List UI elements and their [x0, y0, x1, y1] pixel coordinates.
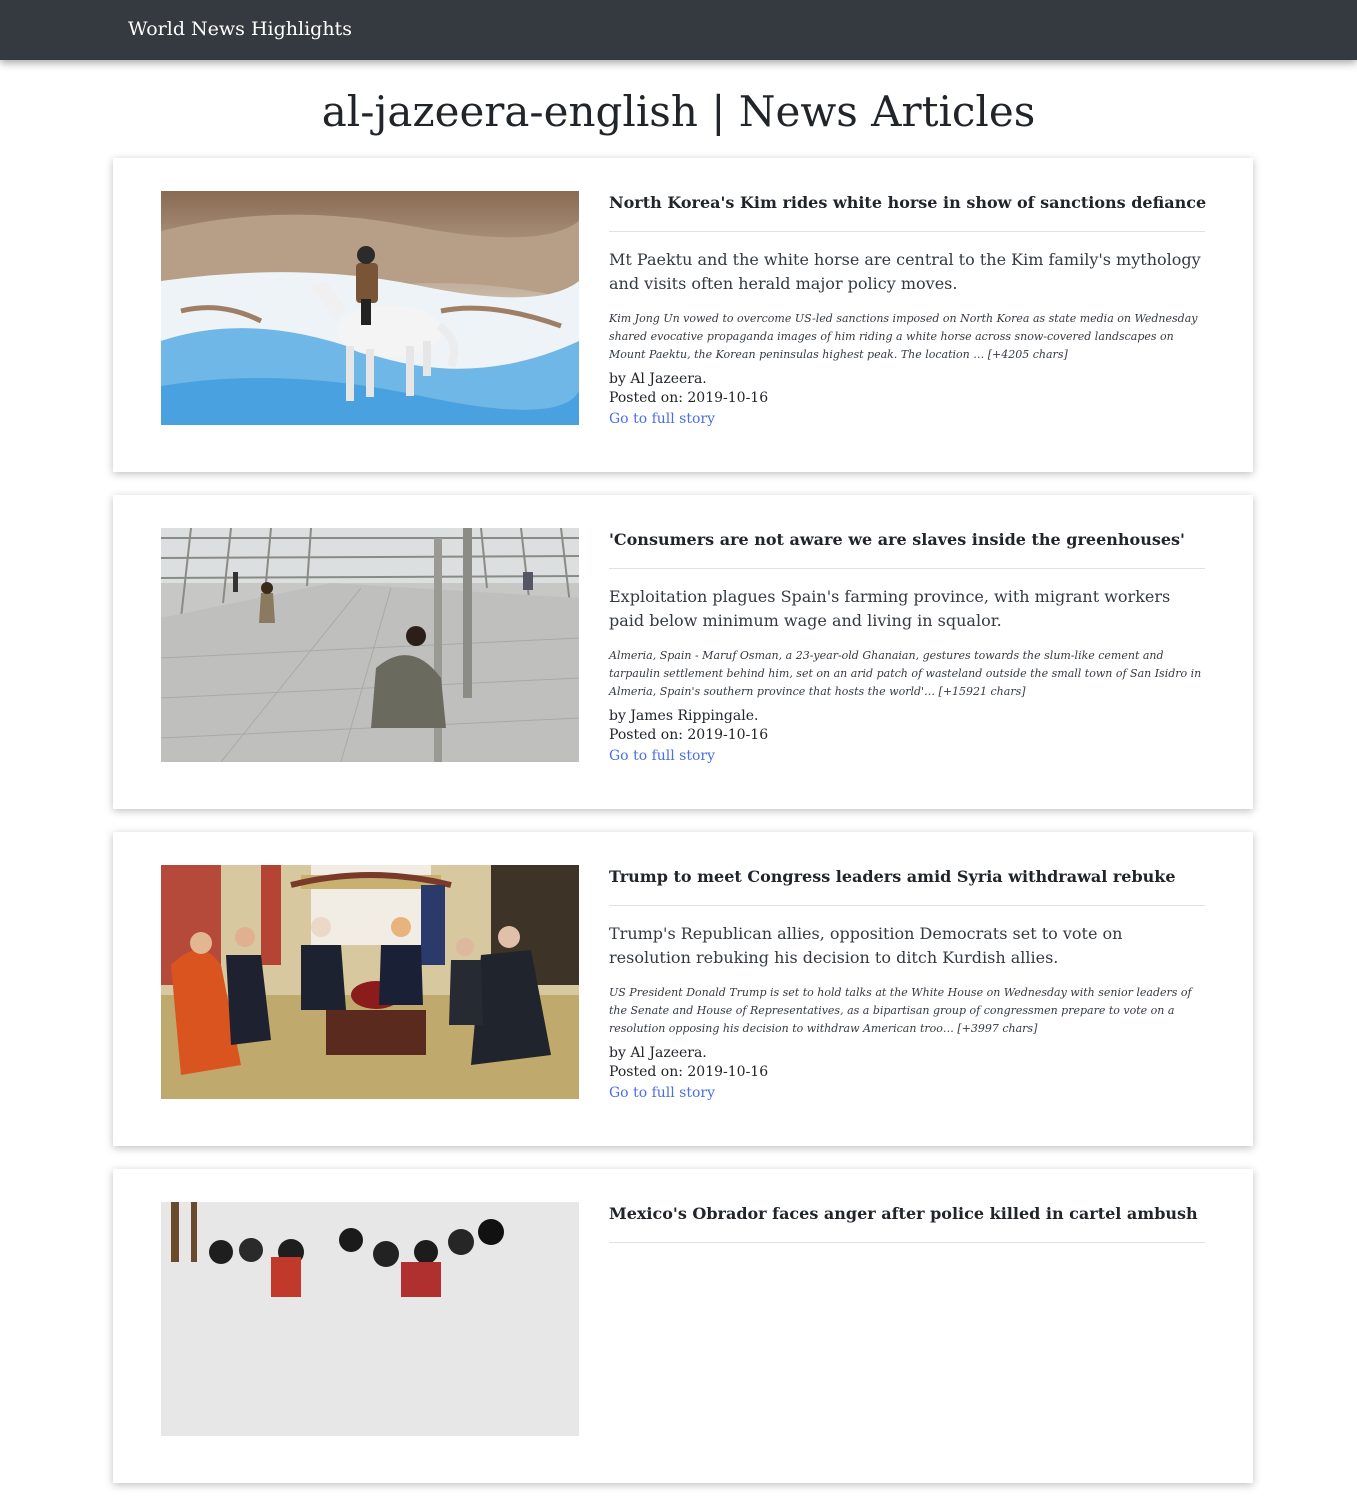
full-story-link[interactable]: Go to full story	[609, 1084, 715, 1103]
article-description: Exploitation plagues Spain's farming pro…	[609, 587, 1171, 630]
article-image	[161, 528, 579, 762]
article-author: by Al Jazeera.	[609, 371, 707, 387]
page-title: al-jazeera-english | News Articles	[321, 87, 1036, 136]
article-title: Mexico's Obrador faces anger after polic…	[609, 1204, 1198, 1223]
horse-rider-photo	[161, 191, 579, 425]
article-card: Trump to meet Congress leaders amid Syri…	[113, 832, 1253, 1146]
top-navbar: World News Highlights	[0, 0, 1357, 60]
article-description: Trump's Republican allies, opposition De…	[609, 924, 1123, 967]
full-story-link[interactable]: Go to full story	[609, 410, 715, 429]
article-body: Trump to meet Congress leaders amid Syri…	[609, 865, 1205, 1103]
article-date: Posted on: 2019-10-16	[609, 1064, 769, 1080]
article-card: North Korea's Kim rides white horse in s…	[113, 158, 1253, 472]
article-date: Posted on: 2019-10-16	[609, 727, 769, 743]
article-body: North Korea's Kim rides white horse in s…	[609, 191, 1207, 429]
article-card: Mexico's Obrador faces anger after polic…	[113, 1169, 1253, 1483]
article-title: 'Consumers are not aware we are slaves i…	[609, 530, 1185, 549]
article-author: by James Rippingale.	[609, 708, 759, 724]
oval-office-photo	[161, 865, 579, 1099]
article-title: Trump to meet Congress leaders amid Syri…	[609, 867, 1176, 886]
article-image	[161, 1202, 579, 1436]
article-image	[161, 191, 579, 425]
article-image	[161, 865, 579, 1099]
article-body: Mexico's Obrador faces anger after polic…	[609, 1202, 1205, 1259]
greenhouse-photo	[161, 528, 579, 762]
crowd-photo	[161, 1202, 579, 1436]
divider	[609, 1242, 1205, 1243]
article-date: Posted on: 2019-10-16	[609, 390, 769, 406]
divider	[609, 568, 1205, 569]
article-card: 'Consumers are not aware we are slaves i…	[113, 495, 1253, 809]
divider	[609, 231, 1205, 232]
article-content: Almeria, Spain - Maruf Osman, a 23-year-…	[609, 649, 1202, 698]
divider	[609, 905, 1205, 906]
brand-link[interactable]: World News Highlights	[128, 18, 352, 40]
article-list: North Korea's Kim rides white horse in s…	[113, 158, 1253, 1506]
article-description: Mt Paektu and the white horse are centra…	[609, 250, 1201, 293]
article-author: by Al Jazeera.	[609, 1045, 707, 1061]
article-content: US President Donald Trump is set to hold…	[609, 986, 1192, 1035]
article-body: 'Consumers are not aware we are slaves i…	[609, 528, 1205, 766]
article-content: Kim Jong Un vowed to overcome US-led san…	[609, 312, 1198, 361]
article-title: North Korea's Kim rides white horse in s…	[609, 193, 1207, 212]
full-story-link[interactable]: Go to full story	[609, 747, 715, 766]
